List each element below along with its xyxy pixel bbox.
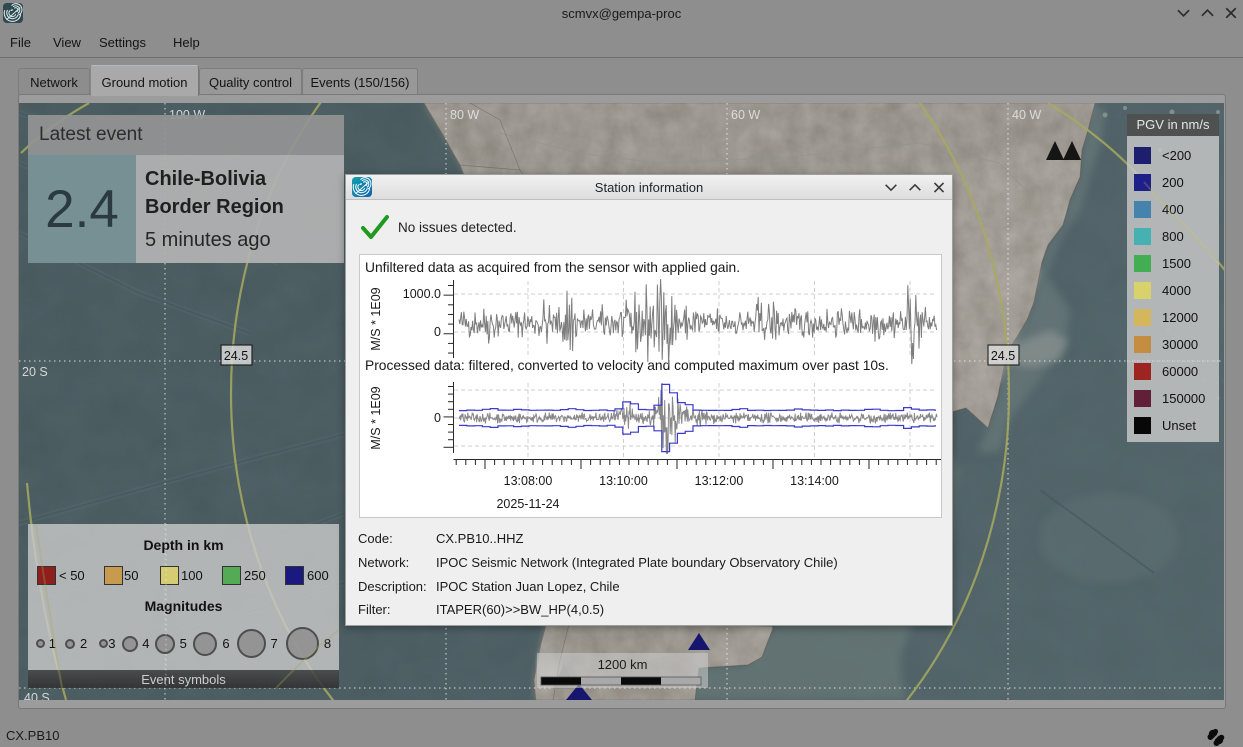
- svg-text:24.5: 24.5: [991, 349, 1015, 363]
- svg-text:2025-11-24: 2025-11-24: [496, 497, 559, 511]
- svg-text:40 S: 40 S: [24, 691, 50, 700]
- svg-text:M/S * 1E09: M/S * 1E09: [369, 287, 383, 350]
- svg-text:13:08:00: 13:08:00: [504, 474, 553, 488]
- svg-text:0: 0: [434, 411, 441, 425]
- svg-text:80 W: 80 W: [450, 108, 479, 122]
- svg-text:13:12:00: 13:12:00: [695, 474, 744, 488]
- svg-text:1000.0: 1000.0: [403, 287, 441, 301]
- svg-text:40 W: 40 W: [1012, 108, 1041, 122]
- svg-text:60 W: 60 W: [731, 108, 760, 122]
- svg-text:20 S: 20 S: [22, 365, 48, 379]
- svg-text:13:14:00: 13:14:00: [790, 474, 839, 488]
- svg-text:0: 0: [434, 325, 441, 339]
- svg-text:M/S * 1E09: M/S * 1E09: [369, 386, 383, 449]
- svg-text:24.5: 24.5: [224, 349, 248, 363]
- svg-text:13:10:00: 13:10:00: [599, 474, 648, 488]
